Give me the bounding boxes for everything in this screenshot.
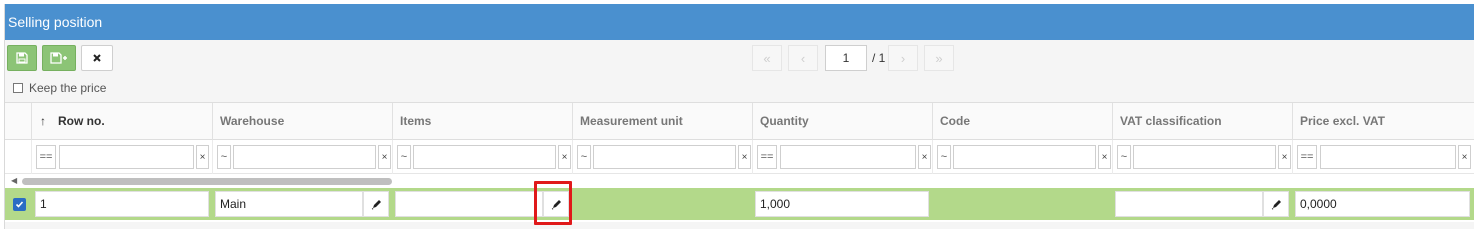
- filter-input[interactable]: [59, 145, 194, 169]
- grid-header-row: ↑ Row no. Warehouse Items Measurement un…: [5, 102, 1474, 140]
- filter-operator[interactable]: ==: [36, 145, 56, 169]
- filter-input[interactable]: [780, 145, 916, 169]
- filter-input[interactable]: [233, 145, 376, 169]
- header-quantity[interactable]: Quantity: [752, 103, 932, 140]
- keep-price-label: Keep the price: [29, 81, 107, 95]
- filter-quantity: == ×: [752, 140, 932, 174]
- filter-input[interactable]: [953, 145, 1096, 169]
- filter-operator[interactable]: ==: [757, 145, 777, 169]
- filter-warehouse: ~ ×: [212, 140, 392, 174]
- filter-input[interactable]: [1320, 145, 1456, 169]
- header-select-column: [5, 103, 31, 140]
- filter-price-excl-vat: == ×: [1292, 140, 1474, 174]
- price-excl-vat-cell[interactable]: 0,0000: [1295, 191, 1470, 217]
- pencil-icon: [371, 199, 381, 209]
- filter-clear-icon[interactable]: ×: [918, 145, 931, 169]
- scroll-left-icon[interactable]: ◀: [11, 176, 17, 185]
- header-vat-classification[interactable]: VAT classification: [1112, 103, 1292, 140]
- selling-position-panel: Selling position « ‹ / 1 › » Keep the pr…: [4, 4, 1474, 229]
- filter-clear-icon[interactable]: ×: [378, 145, 391, 169]
- filter-vat-classification: ~ ×: [1112, 140, 1292, 174]
- header-code[interactable]: Code: [932, 103, 1112, 140]
- code-cell: [932, 188, 1112, 220]
- pager-next-button[interactable]: ›: [888, 45, 918, 71]
- filter-measurement-unit: ~ ×: [572, 140, 752, 174]
- table-row[interactable]: 1 Main 1,000 0,0000: [5, 188, 1474, 220]
- pager-prev-button[interactable]: ‹: [788, 45, 818, 71]
- filter-operator[interactable]: ~: [1117, 145, 1131, 169]
- sort-arrow-up-icon: ↑: [40, 114, 46, 128]
- pager-first-button[interactable]: «: [752, 45, 782, 71]
- filter-clear-icon[interactable]: ×: [558, 145, 571, 169]
- floppy-disk-plus-icon: [50, 52, 67, 64]
- scrollbar-thumb[interactable]: [22, 178, 392, 185]
- check-icon: [15, 201, 24, 208]
- filter-clear-icon[interactable]: ×: [1098, 145, 1111, 169]
- filter-operator[interactable]: ~: [217, 145, 231, 169]
- warehouse-edit-button[interactable]: [363, 191, 389, 217]
- row-no-cell[interactable]: 1: [35, 191, 209, 217]
- vat-classification-cell[interactable]: [1115, 191, 1263, 217]
- vat-edit-button[interactable]: [1263, 191, 1289, 217]
- filter-operator[interactable]: ==: [1297, 145, 1317, 169]
- filter-operator[interactable]: ~: [397, 145, 411, 169]
- horizontal-scrollbar[interactable]: ◀: [5, 176, 405, 186]
- filter-clear-icon[interactable]: ×: [1458, 145, 1471, 169]
- highlight-annotation: [534, 181, 572, 225]
- filter-code: ~ ×: [932, 140, 1112, 174]
- checkbox-box[interactable]: [13, 83, 23, 93]
- close-icon: [93, 54, 101, 62]
- filter-operator[interactable]: ~: [937, 145, 951, 169]
- save-button[interactable]: [7, 45, 37, 71]
- header-price-excl-vat[interactable]: Price excl. VAT: [1292, 103, 1474, 140]
- panel-title: Selling position: [5, 4, 1474, 40]
- grid-footer: [5, 222, 1474, 229]
- filter-row-no: == ×: [31, 140, 212, 174]
- positions-grid: ↑ Row no. Warehouse Items Measurement un…: [5, 102, 1474, 229]
- pager-page-input[interactable]: [825, 45, 867, 71]
- items-cell[interactable]: [395, 191, 543, 217]
- header-items[interactable]: Items: [392, 103, 572, 140]
- header-warehouse[interactable]: Warehouse: [212, 103, 392, 140]
- filter-input[interactable]: [413, 145, 556, 169]
- quantity-cell[interactable]: 1,000: [755, 191, 929, 217]
- filter-operator[interactable]: ~: [577, 145, 591, 169]
- header-row-no[interactable]: ↑ Row no.: [31, 103, 212, 140]
- filter-input[interactable]: [593, 145, 736, 169]
- save-and-new-button[interactable]: [42, 45, 76, 71]
- measurement-unit-cell: [572, 188, 752, 220]
- keep-price-checkbox[interactable]: Keep the price: [13, 81, 106, 95]
- row-checkbox[interactable]: [13, 198, 26, 211]
- close-button[interactable]: [81, 45, 113, 71]
- pencil-icon: [1271, 199, 1281, 209]
- filter-clear-icon[interactable]: ×: [738, 145, 751, 169]
- header-measurement-unit[interactable]: Measurement unit: [572, 103, 752, 140]
- grid-filter-row: == × ~ × ~ × ~ × == × ~ × ~ × == ×: [5, 140, 1474, 174]
- filter-input[interactable]: [1133, 145, 1276, 169]
- pager-last-button[interactable]: »: [924, 45, 954, 71]
- floppy-disk-icon: [16, 52, 28, 64]
- filter-items: ~ ×: [392, 140, 572, 174]
- filter-clear-icon[interactable]: ×: [1278, 145, 1291, 169]
- warehouse-cell[interactable]: Main: [215, 191, 363, 217]
- filter-clear-icon[interactable]: ×: [196, 145, 209, 169]
- pager-total: / 1: [872, 51, 886, 65]
